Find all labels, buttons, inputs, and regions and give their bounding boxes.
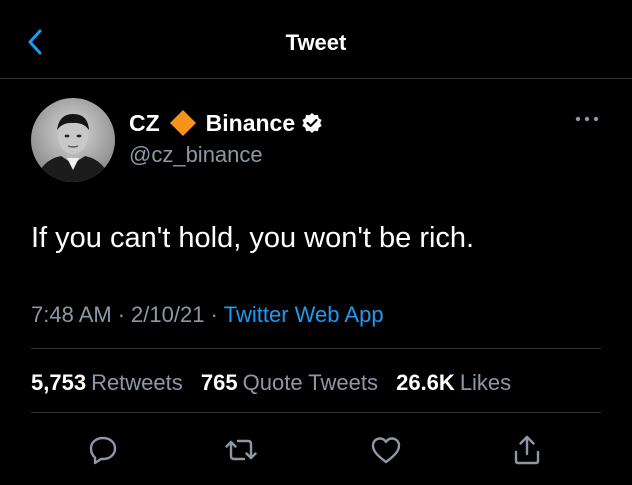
retweets-label: Retweets bbox=[91, 370, 183, 395]
divider bbox=[31, 348, 601, 349]
top-bar: Tweet bbox=[0, 0, 632, 79]
reply-icon bbox=[89, 436, 117, 465]
likes-count: 26.6K bbox=[396, 370, 455, 395]
tweet-text: If you can't hold, you won't be rich. bbox=[31, 222, 475, 254]
like-button[interactable] bbox=[368, 432, 404, 468]
tweet-metadata: 7:48 AM · 2/10/21 · Twitter Web App bbox=[31, 302, 384, 328]
author-handle[interactable]: @cz_binance bbox=[129, 142, 263, 168]
tweet-detail-screen: Tweet CZ Binance @cz_binance If you can'… bbox=[0, 0, 632, 485]
divider bbox=[31, 412, 601, 413]
profile-photo bbox=[31, 98, 115, 182]
like-icon bbox=[371, 437, 401, 464]
orange-diamond-icon bbox=[169, 110, 196, 136]
author-affiliation: Binance bbox=[205, 109, 296, 136]
tweet-stats: 5,753 Retweets 765 Quote Tweets 26.6K Likes bbox=[31, 370, 523, 396]
meta-separator: · bbox=[210, 302, 218, 327]
retweet-icon bbox=[225, 439, 257, 461]
author-name-row[interactable]: CZ Binance bbox=[129, 108, 323, 138]
retweets-count: 5,753 bbox=[31, 370, 87, 395]
tweet-date: 2/10/21 bbox=[131, 302, 205, 327]
likes-stat[interactable]: 26.6K Likes bbox=[396, 370, 511, 395]
retweet-button[interactable] bbox=[223, 432, 259, 468]
share-button[interactable] bbox=[509, 432, 545, 468]
tweet-time: 7:48 AM bbox=[31, 302, 112, 327]
meta-separator: · bbox=[117, 302, 126, 327]
reply-button[interactable] bbox=[85, 432, 121, 468]
verified-badge-icon bbox=[302, 113, 322, 133]
quote-tweets-stat[interactable]: 765 Quote Tweets bbox=[201, 370, 378, 395]
tweet-source-link[interactable]: Twitter Web App bbox=[224, 302, 384, 327]
likes-label: Likes bbox=[459, 370, 512, 395]
page-title: Tweet bbox=[285, 30, 347, 55]
retweets-stat[interactable]: 5,753 Retweets bbox=[31, 370, 183, 395]
author-name: CZ bbox=[129, 109, 160, 136]
more-options-icon[interactable] bbox=[572, 112, 602, 126]
quote-tweets-count: 765 bbox=[200, 370, 238, 395]
quote-tweets-label: Quote Tweets bbox=[242, 370, 378, 395]
share-icon bbox=[514, 435, 540, 465]
avatar[interactable] bbox=[31, 98, 115, 182]
